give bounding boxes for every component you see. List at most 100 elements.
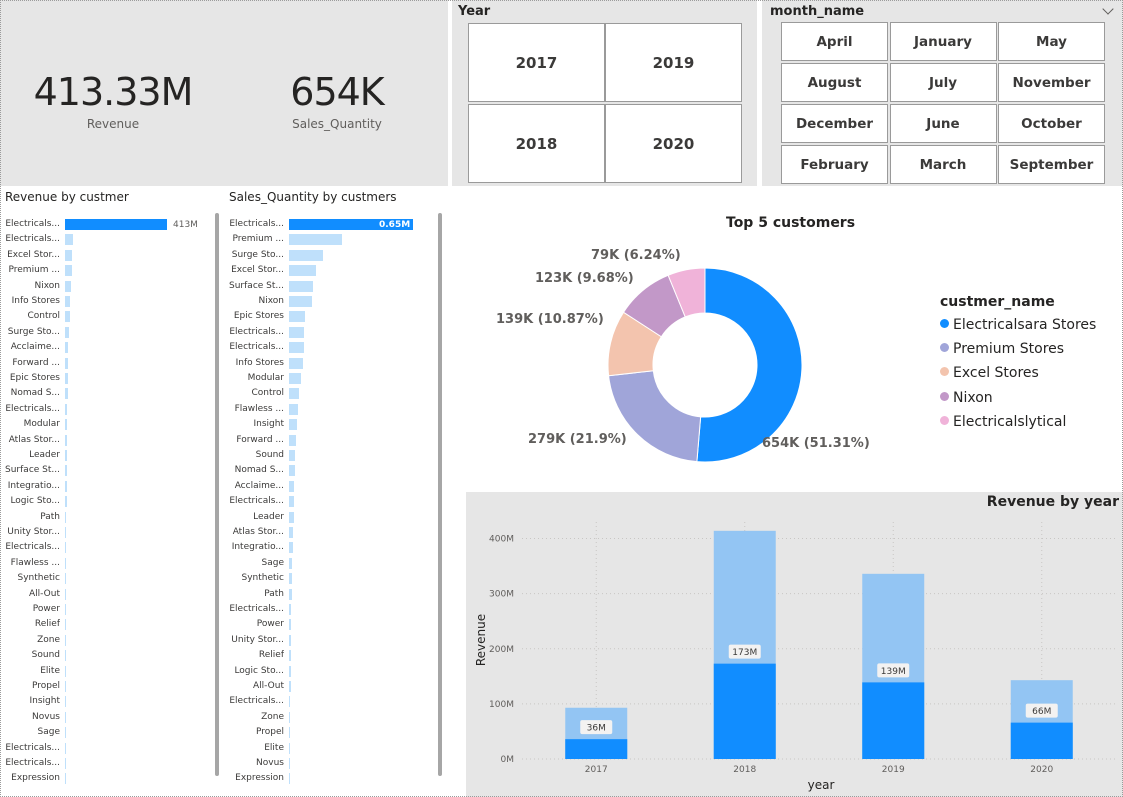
bar[interactable] xyxy=(289,342,304,354)
bar[interactable] xyxy=(289,373,302,384)
bar[interactable] xyxy=(289,388,299,400)
bar-row[interactable]: Nomad S... xyxy=(0,387,60,400)
bar-row[interactable]: Atlas Stor... xyxy=(0,434,60,447)
bar-row[interactable]: Electricals... xyxy=(226,695,284,708)
bar-row[interactable]: Propel xyxy=(226,726,284,739)
bar-row[interactable]: Premium ... xyxy=(226,233,285,246)
bar[interactable] xyxy=(65,604,66,615)
month-option[interactable]: March xyxy=(889,145,997,184)
bar[interactable] xyxy=(65,634,66,646)
bar[interactable] xyxy=(289,650,291,662)
bar[interactable] xyxy=(65,496,67,508)
legend-item[interactable]: Excel Stores xyxy=(940,365,1039,381)
bar-row[interactable]: Surge Sto... xyxy=(0,326,60,339)
bar-row[interactable]: Forward ... xyxy=(226,434,284,447)
bar-row[interactable]: Electricals... xyxy=(226,495,284,508)
bar-row[interactable]: All-Out xyxy=(226,680,284,693)
year-bar[interactable] xyxy=(862,682,925,759)
bar[interactable] xyxy=(65,573,67,585)
month-option[interactable]: August xyxy=(781,63,888,102)
bar-row[interactable]: Excel Stor... xyxy=(0,249,60,262)
bar[interactable] xyxy=(289,696,291,708)
bar[interactable] xyxy=(65,311,70,323)
bar[interactable] xyxy=(65,480,67,492)
scrollbar[interactable] xyxy=(215,213,219,776)
bar-row[interactable]: Unity Stor... xyxy=(226,634,284,647)
bar-row[interactable]: Sage xyxy=(226,557,284,570)
bar[interactable] xyxy=(289,311,306,323)
bar[interactable] xyxy=(65,727,66,739)
bar-row[interactable]: Unity Stor... xyxy=(0,526,60,539)
bar[interactable] xyxy=(289,727,290,739)
bar[interactable] xyxy=(289,773,290,785)
bar-row[interactable]: Elite xyxy=(0,665,60,678)
bar-row[interactable]: Sound xyxy=(0,649,60,662)
legend-item[interactable]: Electricalsara Stores xyxy=(940,317,1096,333)
bar-row[interactable]: Surface St... xyxy=(0,464,60,477)
bar[interactable] xyxy=(289,419,297,431)
month-option[interactable]: February xyxy=(781,145,888,184)
bar-row[interactable]: Integratio... xyxy=(226,541,284,554)
bar-row[interactable]: Integratio... xyxy=(0,480,60,493)
bar[interactable] xyxy=(65,619,66,631)
bar[interactable] xyxy=(65,265,72,277)
year-bar[interactable] xyxy=(1010,722,1073,759)
bar[interactable] xyxy=(65,511,67,523)
bar-row[interactable]: Acclaime... xyxy=(226,480,284,493)
bar-row[interactable]: Modular xyxy=(226,372,284,385)
month-option[interactable]: January xyxy=(889,22,997,61)
bar-row[interactable]: Surface St... xyxy=(226,280,284,293)
bar[interactable] xyxy=(65,234,73,246)
bar[interactable] xyxy=(65,434,68,446)
bar-row[interactable]: Control xyxy=(226,387,284,400)
bar[interactable] xyxy=(65,219,167,230)
bar-row[interactable]: Epic Stores xyxy=(226,310,284,323)
bar-row[interactable]: Electricals... xyxy=(0,757,60,770)
bar[interactable] xyxy=(65,388,68,400)
bar[interactable] xyxy=(289,326,305,338)
month-option[interactable]: October xyxy=(998,104,1105,143)
donut-slice[interactable] xyxy=(608,370,702,463)
bar-row[interactable]: Sound xyxy=(226,449,284,462)
bar-row[interactable]: Info Stores xyxy=(226,357,284,370)
bar-row[interactable]: Epic Stores xyxy=(0,372,60,385)
bar[interactable] xyxy=(289,634,292,646)
bar[interactable] xyxy=(65,557,67,569)
bar[interactable] xyxy=(289,357,304,369)
bar-row[interactable]: Power xyxy=(0,603,60,616)
bar-row[interactable]: Flawless ... xyxy=(226,403,284,416)
year-option[interactable]: 2019 xyxy=(605,23,742,102)
bar-row[interactable]: Forward ... xyxy=(0,357,60,370)
bar-row[interactable]: Premium ... xyxy=(0,264,61,277)
bar[interactable] xyxy=(65,711,66,723)
bar-row[interactable]: Power xyxy=(226,618,284,631)
bar[interactable] xyxy=(289,588,292,600)
bar[interactable] xyxy=(289,265,316,277)
bar[interactable] xyxy=(289,450,296,461)
bar-row[interactable]: Expression xyxy=(0,772,60,785)
donut-slice[interactable] xyxy=(696,267,803,463)
bar-row[interactable]: Electricals... xyxy=(226,603,284,616)
bar[interactable] xyxy=(65,296,71,307)
bar[interactable] xyxy=(289,234,343,246)
bar-row[interactable]: Info Stores xyxy=(0,295,60,308)
bar[interactable] xyxy=(65,465,67,477)
bar-row[interactable]: Excel Stor... xyxy=(226,264,284,277)
bar-row[interactable]: Synthetic xyxy=(226,572,285,585)
bar-row[interactable]: Insight xyxy=(0,695,61,708)
bar-row[interactable]: Electricals... xyxy=(226,218,284,231)
bar-row[interactable]: Elite xyxy=(226,742,284,755)
bar-row[interactable]: Relief xyxy=(0,618,60,631)
year-option[interactable]: 2018 xyxy=(468,104,605,183)
bar[interactable] xyxy=(289,758,290,769)
bar-row[interactable]: Novus xyxy=(0,711,60,724)
bar[interactable] xyxy=(65,373,68,384)
bar-row[interactable]: Insight xyxy=(226,418,285,431)
bar[interactable] xyxy=(65,326,70,338)
bar[interactable] xyxy=(65,419,68,431)
bar[interactable] xyxy=(289,480,295,492)
bar-row[interactable]: Electricals... xyxy=(226,326,284,339)
bar[interactable] xyxy=(289,681,291,692)
bar-row[interactable]: Synthetic xyxy=(0,572,61,585)
bar-row[interactable]: Surge Sto... xyxy=(226,249,284,262)
